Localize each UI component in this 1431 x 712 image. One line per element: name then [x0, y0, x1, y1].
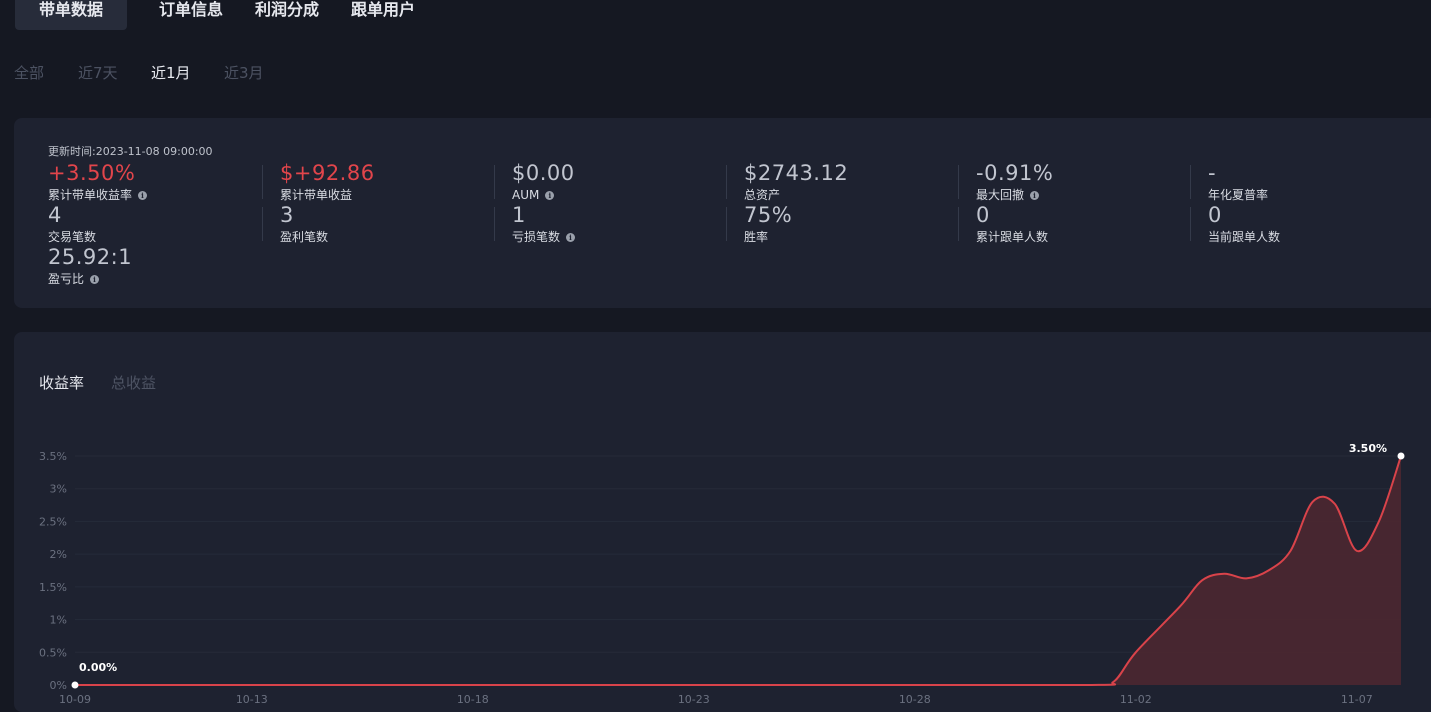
stat-cum-followers: 0 累计跟单人数 — [976, 203, 1196, 245]
stat-win-trades: 3 盈利笔数 — [280, 203, 500, 245]
info-icon[interactable]: i — [566, 232, 576, 242]
tab-followers[interactable]: 跟单用户 — [327, 0, 439, 30]
range-all[interactable]: 全部 — [14, 62, 44, 83]
info-icon[interactable]: i — [90, 274, 100, 284]
stat-label: 累计带单收益 — [280, 188, 353, 202]
divider — [958, 207, 959, 241]
y-tick-label: 2.5% — [39, 515, 67, 528]
stat-value: 25.92:1 — [48, 245, 133, 269]
y-tick-label: 2% — [50, 548, 67, 561]
return-area — [75, 456, 1401, 685]
stat-cumulative-return-rate: +3.50% 累计带单收益率 i — [48, 161, 268, 203]
stat-cumulative-profit: $+92.86 累计带单收益 — [280, 161, 500, 203]
stat-label: 累计跟单人数 — [976, 230, 1049, 244]
range-3m[interactable]: 近3月 — [224, 62, 264, 83]
stat-sharpe: - 年化夏普率 — [1208, 161, 1428, 203]
x-tick-label: 10-18 — [457, 693, 489, 706]
stat-label: 胜率 — [744, 230, 769, 244]
stat-loss-trades: 1 亏损笔数 i — [512, 203, 732, 245]
stat-label: 最大回撤 — [976, 188, 1025, 202]
update-time: 更新时间:2023-11-08 09:00:00 — [48, 145, 213, 158]
x-tick-label: 10-09 — [59, 693, 91, 706]
stat-cur-followers: 0 当前跟单人数 — [1208, 203, 1428, 245]
stat-label: 盈利笔数 — [280, 230, 329, 244]
stat-aum: $0.00 AUM i — [512, 161, 732, 203]
divider — [494, 207, 495, 241]
y-tick-label: 1.5% — [39, 581, 67, 594]
return-rate-chart: 0% 0.5% 1% 1.5% 2% 2.5% 3% 3.5% 10-09 10-13 10-18 1… — [39, 442, 1405, 706]
divider — [262, 207, 263, 241]
x-tick-label: 10-13 — [236, 693, 268, 706]
stat-value: $+92.86 — [280, 161, 375, 185]
stat-value: $0.00 — [512, 161, 575, 185]
top-tab-bar: 带单数据 订单信息 利润分成 跟单用户 — [0, 0, 1431, 32]
stat-value: $2743.12 — [744, 161, 849, 185]
stat-label: 年化夏普率 — [1208, 188, 1269, 202]
info-icon[interactable]: i — [545, 190, 555, 200]
stat-max-drawdown: -0.91% 最大回撤 i — [976, 161, 1196, 203]
info-icon[interactable]: i — [138, 190, 148, 200]
stat-value: 4 — [48, 203, 62, 227]
range-1m[interactable]: 近1月 — [151, 62, 191, 83]
end-point — [1397, 452, 1405, 460]
stat-label: 累计带单收益率 — [48, 188, 133, 202]
stat-value: +3.50% — [48, 161, 136, 185]
stat-value: 3 — [280, 203, 294, 227]
start-point — [71, 681, 79, 689]
x-tick-label: 10-23 — [678, 693, 710, 706]
start-value-label: 0.00% — [79, 661, 117, 674]
y-tick-label: 3% — [50, 483, 67, 496]
stats-card: 更新时间:2023-11-08 09:00:00 +3.50% 累计带单收益率 i… — [14, 118, 1431, 308]
stat-win-rate: 75% 胜率 — [744, 203, 964, 245]
divider — [726, 207, 727, 241]
stat-value: 1 — [512, 203, 526, 227]
stat-value: -0.91% — [976, 161, 1054, 185]
stat-value: 0 — [976, 203, 990, 227]
stat-pl-ratio: 25.92:1 盈亏比 i — [48, 245, 268, 287]
stat-label: 盈亏比 — [48, 272, 85, 286]
stat-trades: 4 交易笔数 — [48, 203, 268, 245]
info-icon[interactable]: i — [1030, 190, 1040, 200]
x-tick-label: 10-28 — [899, 693, 931, 706]
x-tick-label: 11-07 — [1341, 693, 1373, 706]
x-tick-label: 11-02 — [1120, 693, 1152, 706]
stat-value: 0 — [1208, 203, 1222, 227]
divider — [262, 165, 263, 199]
divider — [494, 165, 495, 199]
stat-label: 总资产 — [744, 188, 781, 202]
stat-value: - — [1208, 161, 1217, 185]
stat-value: 75% — [744, 203, 793, 227]
divider — [1190, 165, 1191, 199]
end-value-label: 3.50% — [1349, 442, 1387, 455]
stat-label: 交易笔数 — [48, 230, 97, 244]
tab-lead-data[interactable]: 带单数据 — [15, 0, 127, 30]
divider — [726, 165, 727, 199]
y-tick-label: 3.5% — [39, 450, 67, 463]
stat-label: 当前跟单人数 — [1208, 230, 1281, 244]
divider — [1190, 207, 1191, 241]
y-tick-label: 1% — [50, 614, 67, 627]
stat-label: 亏损笔数 — [512, 230, 561, 244]
y-tick-label: 0% — [50, 679, 67, 692]
y-tick-label: 0.5% — [39, 646, 67, 659]
stat-total-assets: $2743.12 总资产 — [744, 161, 964, 203]
chart-card: 收益率 总收益 0% 0.5% 1% 1.5% 2% 2.5% 3% 3.5% 10-09 10-… — [14, 332, 1431, 712]
stat-label: AUM — [512, 188, 540, 202]
divider — [958, 165, 959, 199]
range-7d[interactable]: 近7天 — [78, 62, 118, 83]
